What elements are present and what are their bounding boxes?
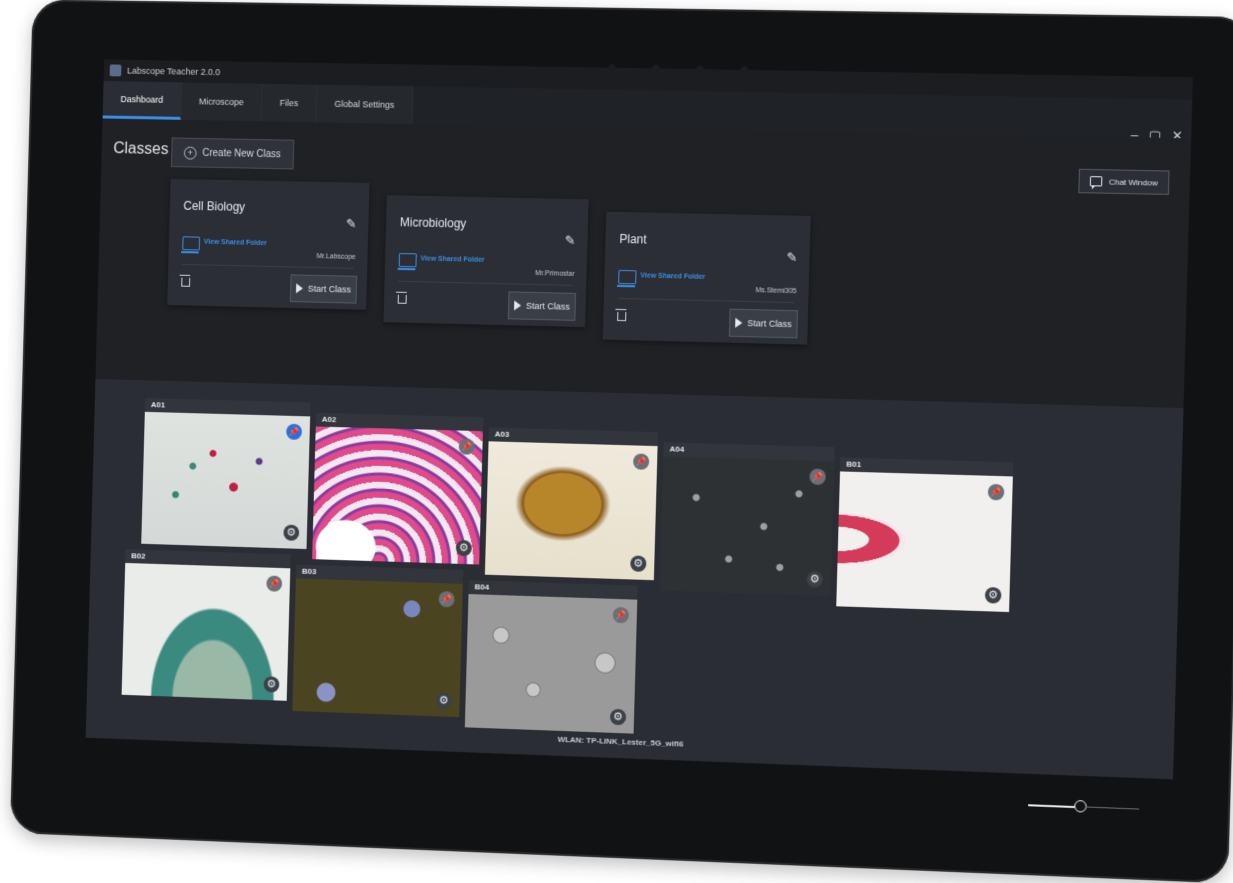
microscope-tile-b02[interactable]: B02 📌 ⚙	[121, 549, 291, 701]
card-divider	[398, 280, 573, 286]
class-card-plant: Plant ✎ View Shared Folder Ms.Stemi305 S…	[602, 211, 811, 345]
folder-icon	[398, 252, 417, 268]
teacher-name: Mr.Labscope	[316, 253, 356, 261]
tab-microscope[interactable]: Microscope	[180, 82, 263, 122]
teacher-name: Ms.Stemi305	[755, 287, 797, 296]
view-shared-folder-link[interactable]: View Shared Folder	[640, 272, 705, 281]
classes-section: Classes + Create New Class Chat Window C…	[95, 118, 1192, 409]
microscope-tile-b03[interactable]: B03 📌 ⚙	[292, 564, 464, 718]
tablet-device: Labscope Teacher 2.0.0 Dashboard Microsc…	[9, 0, 1233, 883]
app-logo-icon	[109, 64, 122, 77]
chat-button-label: Chat Window	[1108, 176, 1158, 188]
create-new-class-button[interactable]: + Create New Class	[170, 137, 294, 170]
tab-label: Files	[279, 97, 299, 109]
tab-dashboard[interactable]: Dashboard	[102, 81, 183, 120]
slider-track-filled	[1028, 804, 1076, 808]
chat-bubble-icon	[1090, 176, 1103, 187]
trash-icon[interactable]	[617, 311, 627, 322]
play-icon	[295, 283, 304, 294]
edit-pencil-icon[interactable]: ✎	[786, 250, 797, 266]
microscope-tile-b04[interactable]: B04 📌 ⚙	[464, 580, 638, 734]
class-card-microbiology: Microbiology ✎ View Shared Folder Mr.Pri…	[383, 195, 589, 328]
microscope-tile-a04[interactable]: A04 📌 ⚙	[659, 442, 835, 597]
window-title: Labscope Teacher 2.0.0	[126, 65, 221, 78]
tab-label: Microscope	[198, 96, 244, 108]
edit-pencil-icon[interactable]: ✎	[346, 216, 357, 232]
start-class-label: Start Class	[747, 318, 792, 330]
start-class-button[interactable]: Start Class	[289, 274, 358, 304]
microscope-grid: A01 📌 ⚙ A02 📌 ⚙ A03 📌 ⚙ A04 📌 ⚙ B01 📌 ⚙ …	[85, 378, 1184, 780]
folder-icon	[618, 269, 637, 285]
slider-track-empty	[1085, 806, 1140, 810]
class-name: Plant	[619, 231, 647, 247]
trash-icon[interactable]	[397, 294, 407, 304]
class-name: Microbiology	[399, 215, 467, 231]
view-shared-folder-link[interactable]: View Shared Folder	[420, 255, 484, 263]
plus-circle-icon: +	[183, 146, 197, 160]
classes-heading: Classes	[113, 140, 169, 159]
chat-window-button[interactable]: Chat Window	[1078, 168, 1170, 195]
view-shared-folder-link[interactable]: View Shared Folder	[204, 239, 267, 247]
start-class-button[interactable]: Start Class	[728, 308, 799, 339]
zoom-slider[interactable]	[1028, 798, 1140, 817]
play-icon	[513, 300, 522, 311]
tab-label: Global Settings	[334, 98, 395, 110]
start-class-label: Start Class	[525, 300, 570, 312]
microscope-tile-a03[interactable]: A03 📌 ⚙	[484, 427, 658, 581]
card-divider	[181, 263, 354, 269]
play-icon	[735, 317, 743, 328]
microscope-tile-b01[interactable]: B01 📌 ⚙	[836, 457, 1014, 613]
tab-files[interactable]: Files	[261, 83, 318, 123]
start-class-button[interactable]: Start Class	[507, 291, 577, 321]
app-screen: Labscope Teacher 2.0.0 Dashboard Microsc…	[85, 59, 1193, 780]
class-name: Cell Biology	[183, 198, 246, 214]
class-card-cell-biology: Cell Biology ✎ View Shared Folder Mr.Lab…	[167, 178, 370, 310]
trash-icon[interactable]	[181, 277, 191, 287]
create-button-label: Create New Class	[202, 147, 281, 160]
folder-icon	[182, 236, 201, 251]
tab-global-settings[interactable]: Global Settings	[316, 84, 414, 125]
teacher-name: Mr.Primostar	[535, 270, 575, 278]
microscope-tile-a02[interactable]: A02 📌 ⚙	[312, 412, 484, 565]
microscope-tile-a01[interactable]: A01 📌 ⚙	[141, 398, 311, 550]
start-class-label: Start Class	[307, 283, 352, 295]
edit-pencil-icon[interactable]: ✎	[564, 233, 575, 249]
card-divider	[617, 297, 795, 304]
tab-label: Dashboard	[120, 93, 164, 105]
